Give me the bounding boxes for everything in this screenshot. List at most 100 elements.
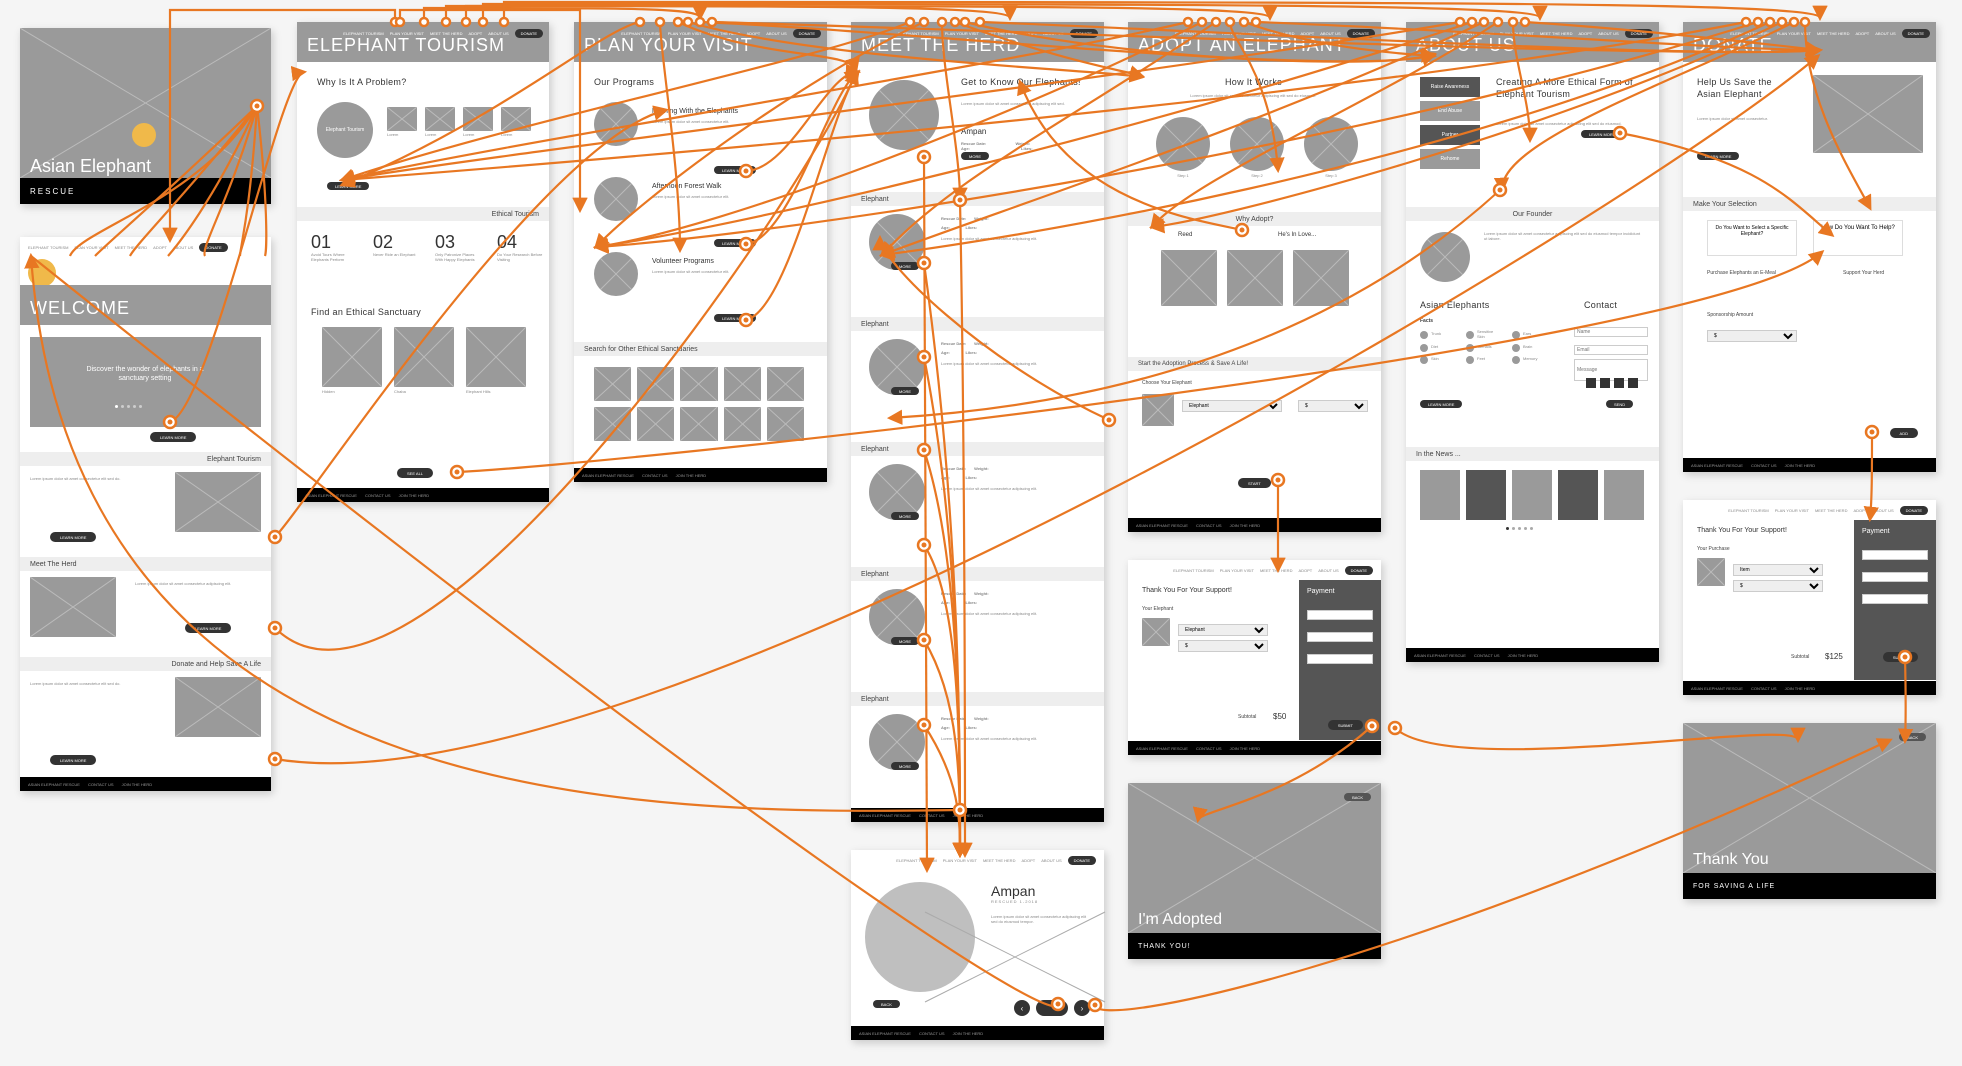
blurb: Lorem ipsum dolor sit amet consectetur a…: [135, 582, 255, 587]
steps-circles: Step 1 Step 2 Step 3: [1156, 117, 1358, 179]
select-amt[interactable]: $: [1733, 574, 1823, 592]
page-header: ELEPHANT TOURISMPLAN YOUR VISITMEET THE …: [1683, 22, 1936, 62]
btn-learn-more[interactable]: LEARN MORE: [185, 623, 231, 633]
sect-select: Make Your Selection: [1683, 197, 1936, 211]
h-contact: Contact: [1584, 300, 1617, 312]
hero-text: Discover the wonder of elephants in a sa…: [80, 365, 210, 383]
input-cvv[interactable]: [1307, 654, 1373, 664]
btn-learn-more[interactable]: LEARN MORE: [1420, 400, 1462, 408]
sanctuary-grid: Hidden Chaba Elephant Hills: [322, 327, 526, 395]
page-header: ELEPHANT TOURISMPLAN YOUR VISITMEET THE …: [297, 22, 549, 62]
h-works: How It Works: [1225, 77, 1282, 89]
nav[interactable]: ELEPHANT TOURISMPLAN YOUR VISITMEET THE …: [28, 243, 228, 252]
cta-learn-more[interactable]: LEARN MORE: [150, 432, 196, 442]
social-icons[interactable]: [1586, 378, 1638, 388]
sect-founder: Our Founder: [1406, 207, 1659, 221]
btn-back[interactable]: BACK: [1899, 733, 1926, 741]
h1: Creating A More Ethical Form of Elephant…: [1496, 77, 1636, 100]
pager-dots[interactable]: [115, 405, 142, 408]
btn-learn-more[interactable]: LEARN MORE: [1697, 152, 1739, 160]
btn-learn-more[interactable]: LEARN MORE: [50, 532, 96, 542]
page-header: ELEPHANT TOURISMPLAN YOUR VISITMEET THE …: [1128, 22, 1381, 62]
lbl-purchase: Your Purchase: [1697, 546, 1730, 553]
nav[interactable]: ELEPHANT TOURISMPLAN YOUR VISITMEET THE …: [1728, 506, 1928, 515]
btn-learn-more[interactable]: LEARN MORE: [714, 314, 756, 322]
btn-more[interactable]: MORE: [961, 152, 989, 160]
btn-learn-more[interactable]: LEARN MORE: [50, 755, 96, 765]
select-elephant[interactable]: Elephant: [1182, 394, 1282, 412]
col-payment: Payment: [1299, 580, 1381, 740]
frame-adopt-pay: ELEPHANT TOURISMPLAN YOUR VISITMEET THE …: [1128, 560, 1381, 755]
nav[interactable]: ELEPHANT TOURISMPLAN YOUR VISITMEET THE …: [1173, 566, 1373, 575]
btn-back[interactable]: BACK: [873, 1000, 900, 1008]
footer: ASIAN ELEPHANT RESCUECONTACT USJOIN THE …: [851, 808, 1104, 822]
input-name[interactable]: [1307, 610, 1373, 620]
btn-back[interactable]: BACK: [1344, 793, 1371, 801]
img-placeholder: [30, 577, 116, 637]
news-cards: [1420, 470, 1644, 520]
title: I'm Adopted: [1138, 911, 1222, 929]
sub: FOR SAVING A LIFE: [1683, 873, 1936, 899]
input-email[interactable]: [1574, 345, 1648, 355]
why-grid: [1161, 250, 1349, 306]
btn-submit[interactable]: SUBMIT: [1328, 720, 1363, 730]
img-placeholder: [175, 472, 261, 532]
input-card[interactable]: [1862, 572, 1928, 582]
blurb: Lorem ipsum dolor sit amet consectetur a…: [1496, 122, 1646, 127]
input-cvv[interactable]: [1862, 594, 1928, 604]
program-img: [594, 177, 638, 221]
program-img: [594, 102, 638, 146]
btn-more[interactable]: MORE: [891, 512, 919, 520]
input-card[interactable]: [1307, 632, 1373, 642]
btn-learn-more[interactable]: LEARN MORE: [714, 239, 756, 247]
search-grid: [594, 367, 804, 441]
sect-herd: Meet The Herd: [20, 557, 271, 571]
frame-adopted: I'm Adopted THANK YOU! BACK: [1128, 783, 1381, 959]
footer: ASIAN ELEPHANT RESCUECONTACT USJOIN THE …: [20, 777, 271, 791]
btn-learn-more[interactable]: LEARN MORE: [327, 182, 369, 190]
btn-more[interactable]: MORE: [891, 387, 919, 395]
footer: ASIAN ELEPHANT RESCUECONTACT USJOIN THE …: [1683, 458, 1936, 472]
btn-add[interactable]: ADD: [1890, 428, 1918, 438]
frame-welcome: ELEPHANT TOURISMPLAN YOUR VISITMEET THE …: [20, 237, 271, 791]
brand-name: Asian Elephant: [30, 156, 151, 177]
input-name[interactable]: [1862, 550, 1928, 560]
input-name[interactable]: [1574, 327, 1648, 337]
select-amount[interactable]: $: [1298, 394, 1368, 412]
program-title: Afternoon Forest Walk: [652, 182, 721, 191]
btn-learn-more[interactable]: LEARN MORE: [714, 166, 756, 174]
btn-more[interactable]: MORE: [891, 762, 919, 770]
sect-start: Start the Adoption Process & Save A Life…: [1128, 357, 1381, 371]
select-amt[interactable]: $: [1178, 634, 1268, 652]
btn-see-all[interactable]: SEE ALL: [397, 468, 433, 478]
img-placeholder: [1142, 618, 1170, 646]
footer: ASIAN ELEPHANT RESCUECONTACT USJOIN THE …: [297, 488, 549, 502]
pager-dots[interactable]: [1506, 527, 1533, 530]
pager[interactable]: ‹ ›: [1014, 1000, 1090, 1016]
btn-send[interactable]: SEND: [1606, 400, 1633, 408]
btn-submit[interactable]: SUBMIT: [1883, 652, 1918, 662]
amt: $125: [1825, 652, 1843, 662]
sect-ethical: Ethical Tourism: [297, 207, 549, 221]
btn-more[interactable]: MORE: [891, 262, 919, 270]
sect-why: Why Adopt?: [1128, 212, 1381, 226]
nav[interactable]: ELEPHANT TOURISMPLAN YOUR VISITMEET THE …: [896, 856, 1096, 865]
btn-start[interactable]: START: [1238, 478, 1271, 488]
ampan-card: Ampan Rescue Date: Weight: Age: Likes:: [961, 127, 1033, 152]
blurb: Lorem ipsum dolor sit amet consectetur a…: [961, 102, 1091, 107]
img-placeholder: [1142, 394, 1174, 426]
elephant-large-img: [865, 882, 975, 992]
lbl-your-elephant: Your Elephant: [1142, 606, 1173, 613]
frame-about: ELEPHANT TOURISMPLAN YOUR VISITMEET THE …: [1406, 22, 1659, 662]
item-reed: Reed: [1178, 232, 1192, 240]
h-thanks: Thank You For Your Support!: [1697, 526, 1787, 535]
btn-more[interactable]: MORE: [891, 637, 919, 645]
btn-learn-more[interactable]: LEARN MORE: [1581, 130, 1623, 138]
frame-herd: ELEPHANT TOURISMPLAN YOUR VISITMEET THE …: [851, 22, 1104, 822]
contact-form[interactable]: [1574, 320, 1648, 381]
lbl-meal: Purchase Elephants an E-Meal: [1707, 270, 1776, 277]
frame-landing: Asian Elephant RESCUE: [20, 28, 271, 204]
blurb: Lorem ipsum dolor sit amet consectetur e…: [652, 120, 802, 125]
sect-tourism: Elephant Tourism: [20, 452, 271, 466]
select-sponsor[interactable]: $: [1707, 324, 1797, 342]
